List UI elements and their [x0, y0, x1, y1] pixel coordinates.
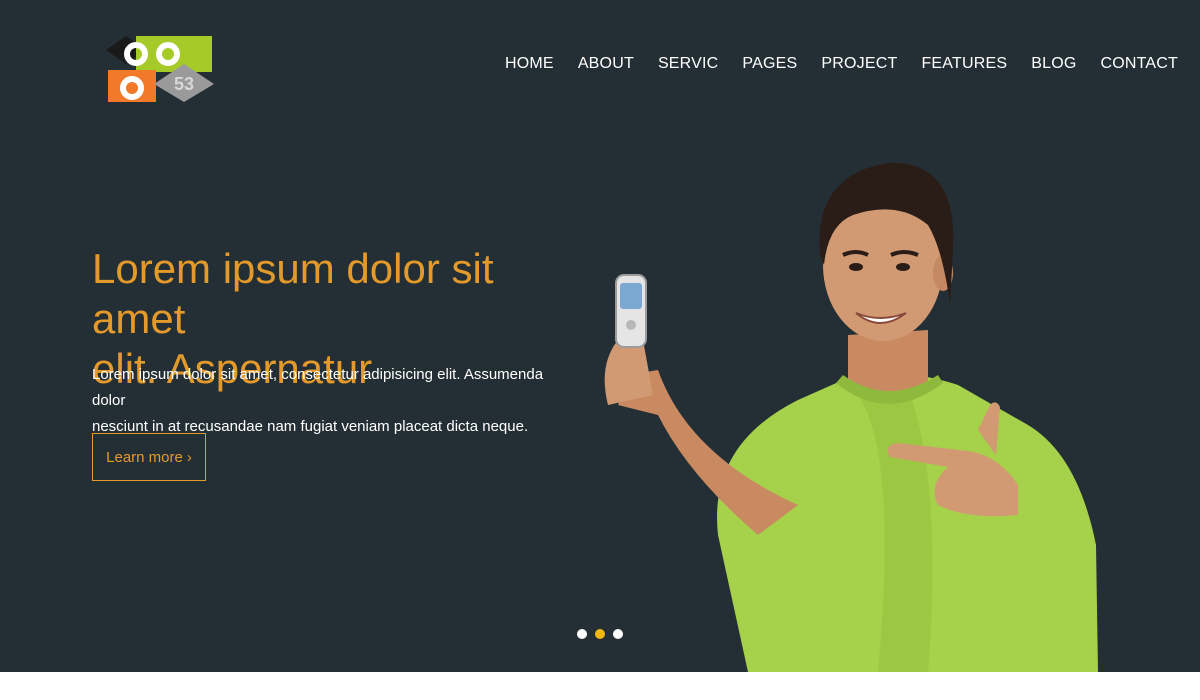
chevron-right-icon: ›: [186, 448, 192, 466]
carousel-dot-2[interactable]: [595, 629, 605, 639]
hero-description: Lorem ipsum dolor sit amet, consectetur …: [92, 362, 572, 440]
nav-item-features[interactable]: FEATURES: [921, 55, 1007, 73]
nav-item-services[interactable]: SERVIC: [658, 55, 718, 73]
page-bottom-strip: [0, 672, 1200, 700]
carousel-dot-3[interactable]: [613, 629, 623, 639]
hero-description-line-1: Lorem ipsum dolor sit amet, consectetur …: [92, 366, 544, 409]
learn-more-label: Learn more: [106, 448, 183, 466]
nav-item-pages[interactable]: PAGES: [742, 55, 797, 73]
nav-item-project[interactable]: PROJECT: [821, 55, 897, 73]
nav-item-blog[interactable]: BLOG: [1031, 55, 1076, 73]
learn-more-button[interactable]: Learn more ›: [92, 433, 206, 481]
nav-item-contact[interactable]: CONTACT: [1100, 55, 1178, 73]
carousel-dot-1[interactable]: [577, 629, 587, 639]
hero-person-image: [604, 162, 1098, 672]
carousel-indicators: [577, 629, 623, 639]
nav-item-about[interactable]: ABOUT: [578, 55, 634, 73]
hero-section: 53 HOME ABOUT SERVIC PAGES PROJECT FEATU…: [0, 0, 1200, 672]
hero-headline-line-1: Lorem ipsum dolor sit amet: [92, 245, 494, 342]
nav-item-home[interactable]: HOME: [505, 55, 554, 73]
logo-number: 53: [174, 74, 194, 94]
main-nav: HOME ABOUT SERVIC PAGES PROJECT FEATURES…: [505, 55, 1178, 73]
site-logo[interactable]: 53: [104, 34, 216, 106]
